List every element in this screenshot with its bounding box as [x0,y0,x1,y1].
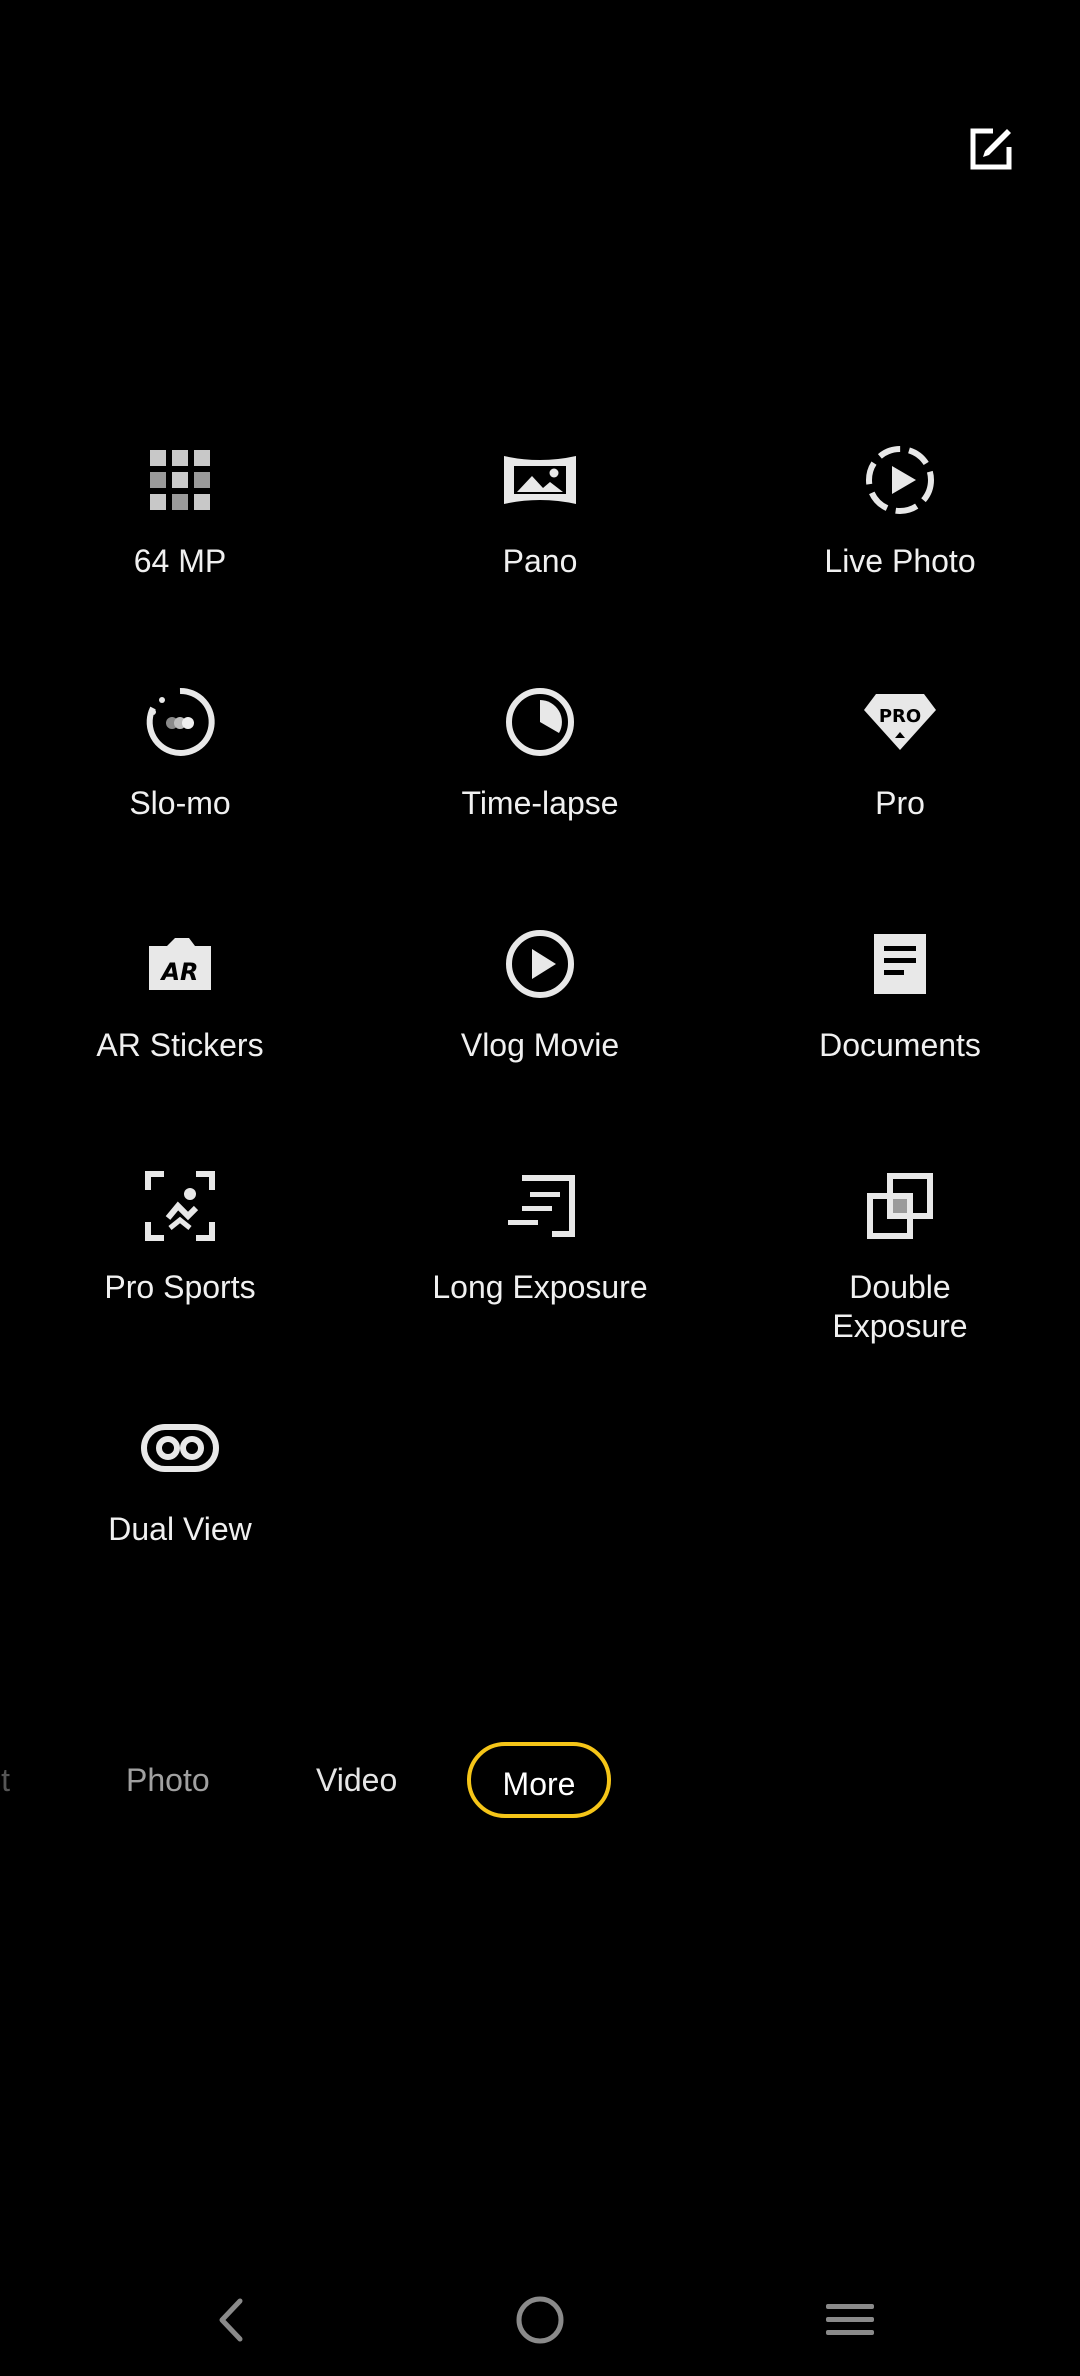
vlog-play-icon [500,924,580,1004]
svg-text:PRO: PRO [879,706,921,727]
live-photo-icon [860,440,940,520]
mode-label: Long Exposure [432,1269,648,1305]
mode-tab-photo[interactable]: Photo [126,1742,210,1818]
back-button[interactable] [190,2280,270,2360]
mode-label: Live Photo [824,543,976,579]
slow-motion-icon [140,682,220,762]
mode-pro[interactable]: PRO Pro [750,682,1050,823]
mode-vlog-movie[interactable]: Vlog Movie [390,924,690,1065]
mode-slo-mo[interactable]: Slo-mo [30,682,330,823]
mode-documents[interactable]: Documents [750,924,1050,1065]
document-icon [860,924,940,1004]
edit-modes-button[interactable] [964,122,1018,176]
mode-live-photo[interactable]: Live Photo [750,440,1050,581]
mode-dual-view[interactable]: Dual View [30,1408,330,1549]
mode-label: Pano [502,543,578,579]
mode-label: Pro Sports [104,1269,256,1305]
timelapse-icon [500,682,580,762]
mode-double-exposure[interactable]: Double Exposure [750,1166,1050,1346]
double-exposure-icon [860,1166,940,1246]
mode-tab-partial[interactable]: it [0,1742,10,1818]
mode-label: Slo-mo [129,785,231,821]
mode-label: Dual View [108,1511,252,1547]
panorama-icon [500,440,580,520]
back-icon [219,2298,243,2342]
mode-label: Vlog Movie [460,1027,620,1063]
home-icon [516,2296,564,2344]
mode-label: Time-lapse [461,785,619,821]
mode-label: AR Stickers [96,1027,264,1063]
home-button[interactable] [500,2280,580,2360]
mode-label: Documents [819,1027,981,1063]
grid-64mp-icon [140,440,220,520]
mode-switcher: it Photo Video More [0,1742,1080,1818]
svg-text:AR: AR [159,958,198,986]
dual-view-icon [140,1408,220,1488]
mode-label: 64 MP [133,543,227,579]
mode-long-exposure[interactable]: Long Exposure [390,1166,690,1307]
pro-badge-icon: PRO [860,682,940,762]
ar-stickers-icon: AR [140,924,220,1004]
mode-tab-more[interactable]: More [467,1742,611,1818]
mode-64mp[interactable]: 64 MP [30,440,330,581]
system-navigation-bar [0,2280,1080,2360]
edit-icon [970,128,1012,170]
mode-label: Double Exposure [832,1269,968,1344]
mode-ar-stickers[interactable]: AR AR Stickers [30,924,330,1065]
recents-button[interactable] [810,2280,890,2360]
recents-icon [826,2304,874,2335]
long-exposure-icon [500,1166,580,1246]
mode-tab-video[interactable]: Video [316,1742,397,1818]
mode-time-lapse[interactable]: Time-lapse [390,682,690,823]
mode-label: Pro [875,785,925,821]
mode-pro-sports[interactable]: Pro Sports [30,1166,330,1307]
pro-sports-icon [140,1166,220,1246]
mode-pano[interactable]: Pano [390,440,690,581]
